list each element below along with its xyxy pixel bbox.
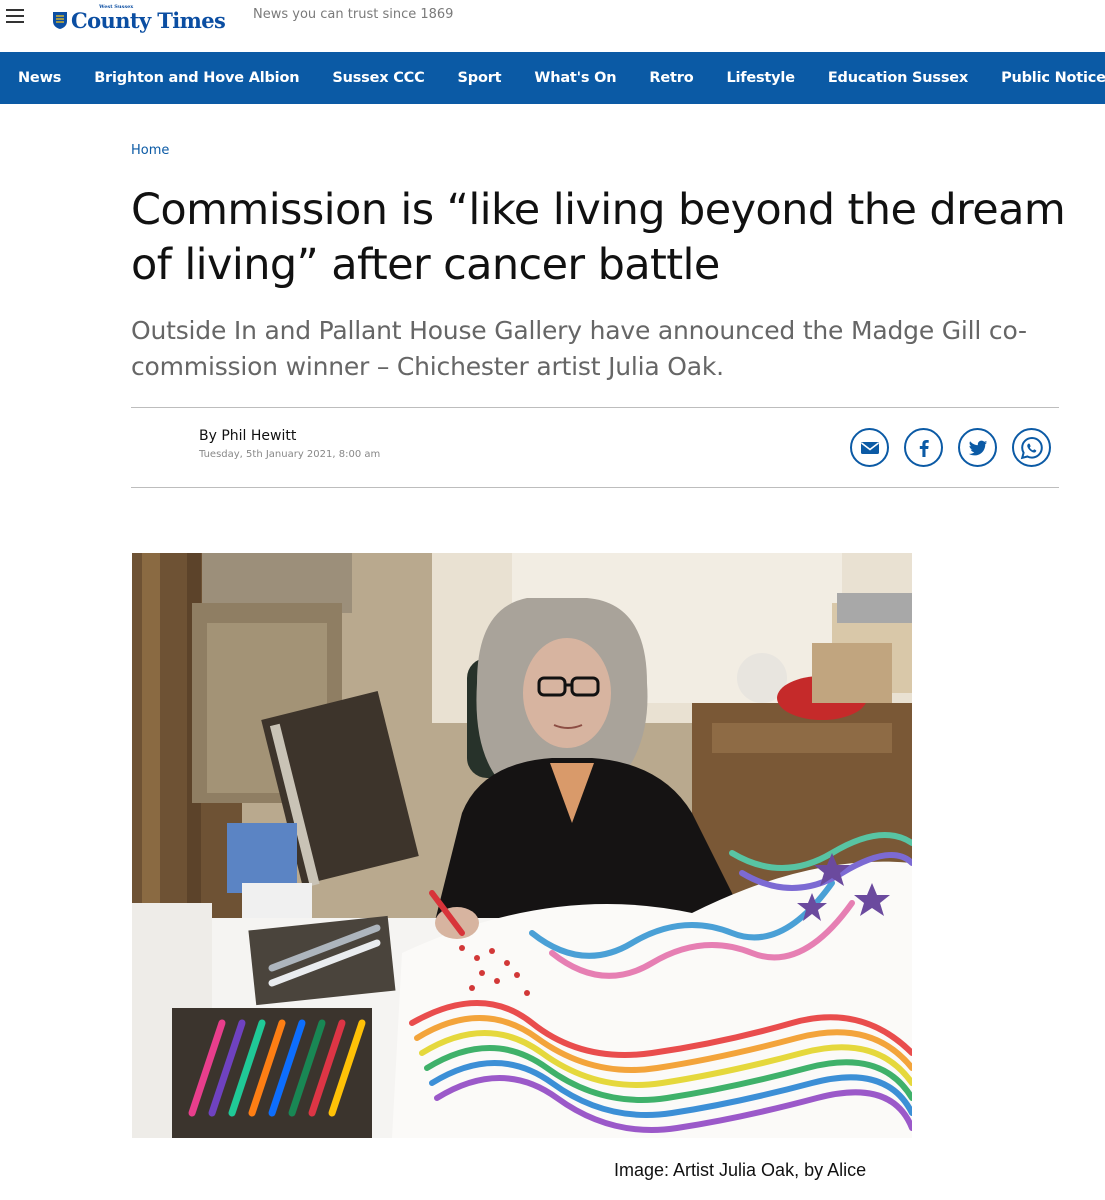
publish-date: Tuesday, 5th January 2021, 8:00 am — [199, 449, 381, 460]
nav-item-whats-on[interactable]: What's On — [518, 70, 633, 86]
whatsapp-icon — [1020, 436, 1043, 459]
article-headline: Commission is “like living beyond the dr… — [131, 185, 1066, 290]
nav-item-lifestyle[interactable]: Lifestyle — [710, 70, 811, 86]
image-caption: Image: Artist Julia Oak, by Alice — [614, 1160, 867, 1180]
share-buttons — [850, 428, 1051, 467]
article-photo[interactable] — [132, 553, 912, 1138]
facebook-icon — [919, 439, 929, 457]
nav-item-sport[interactable]: Sport — [441, 70, 518, 86]
site-logo[interactable]: West Sussex County Times — [52, 2, 226, 33]
twitter-icon — [968, 440, 987, 455]
site-tagline: News you can trust since 1869 — [253, 7, 454, 22]
email-icon — [860, 441, 879, 454]
nav-item-news[interactable]: News — [0, 70, 78, 86]
artist-photo-image — [132, 553, 912, 1138]
share-facebook-button[interactable] — [904, 428, 943, 467]
hamburger-icon[interactable] — [6, 9, 24, 23]
divider-bottom — [131, 487, 1059, 488]
crest-icon — [53, 12, 67, 29]
divider-top — [131, 407, 1059, 408]
share-whatsapp-button[interactable] — [1012, 428, 1051, 467]
logo-text: County Times — [71, 8, 226, 33]
byline: By Phil Hewitt Tuesday, 5th January 2021… — [199, 427, 380, 460]
share-email-button[interactable] — [850, 428, 889, 467]
site-header: West Sussex County Times News you can tr… — [0, 0, 1105, 52]
share-twitter-button[interactable] — [958, 428, 997, 467]
breadcrumb-home[interactable]: Home — [131, 143, 169, 158]
nav-item-sussex-ccc[interactable]: Sussex CCC — [316, 70, 441, 86]
nav-item-retro[interactable]: Retro — [633, 70, 710, 86]
nav-item-education-sussex[interactable]: Education Sussex — [811, 70, 984, 86]
nav-item-public-notices[interactable]: Public Notices — [985, 70, 1105, 86]
author-name[interactable]: By Phil Hewitt — [199, 427, 380, 445]
article-standfirst: Outside In and Pallant House Gallery hav… — [131, 316, 1027, 381]
nav-item-brighton-and-hove-albion[interactable]: Brighton and Hove Albion — [78, 70, 316, 86]
main-nav: News Brighton and Hove Albion Sussex CCC… — [0, 52, 1105, 104]
